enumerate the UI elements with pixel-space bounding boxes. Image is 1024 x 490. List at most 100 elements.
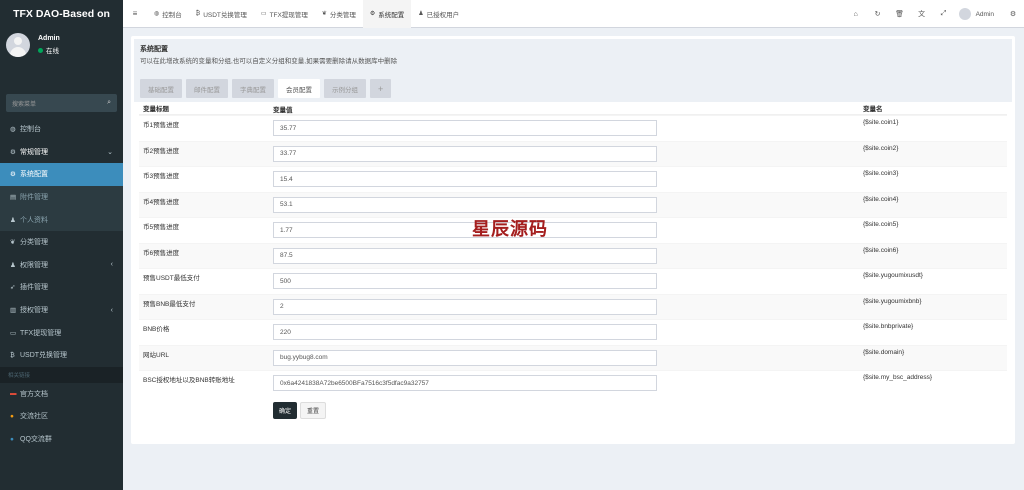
app-logo[interactable]: TFX DAO-Based on: [0, 0, 123, 28]
search-icon[interactable]: ⌕: [107, 99, 111, 107]
row-var-name: {$site.coin5}: [863, 221, 899, 228]
submit-button[interactable]: 确定: [273, 401, 298, 419]
header-user-name[interactable]: Admin: [976, 11, 994, 18]
avatar: [6, 33, 30, 57]
sidebar-item-category[interactable]: ❦ 分类管理: [0, 231, 123, 254]
tab-label: USDT兑换管理: [203, 11, 247, 19]
table-row: 币6预售进度 87.5 {$site.coin6}: [139, 242, 1007, 268]
user-panel: Admin 在线: [0, 28, 123, 62]
tab-system-config[interactable]: ⚙ 系统配置: [362, 0, 412, 28]
page-description: 可以在此增改系统的变量和分组,也可以自定义分组和变量,如果需要删除请从数据库中删…: [140, 58, 398, 65]
qq-icon: ●: [10, 435, 14, 443]
refresh-icon[interactable]: ↻: [867, 10, 889, 18]
sidebar-item-label: 控制台: [20, 126, 41, 134]
value-input[interactable]: 33.77: [273, 145, 657, 162]
sidebar-search[interactable]: 搜索菜单 ⌕: [6, 94, 117, 112]
table-row: 网站URL bug.yybug8.com {$site.domain}: [139, 344, 1007, 370]
sidebar-item-usdt-exchange[interactable]: ₿ USDT兑换管理: [0, 344, 123, 367]
settings-icon[interactable]: ⚙: [1002, 10, 1024, 18]
tab-label: TFX提现管理: [269, 11, 308, 19]
tab-tfx-withdraw[interactable]: ▭ TFX提现管理: [254, 0, 315, 28]
sidebar-item-profile[interactable]: ♟ 个人资料: [0, 208, 123, 231]
value-input[interactable]: 500: [273, 273, 657, 290]
fullscreen-icon[interactable]: ⤢: [933, 10, 955, 18]
user-status: 在线: [38, 45, 60, 55]
trash-icon[interactable]: 🗑: [889, 10, 911, 18]
group-icon: ♟: [10, 261, 16, 269]
search-input[interactable]: 搜索菜单: [12, 99, 36, 108]
tab-example[interactable]: 示例分组: [324, 79, 366, 98]
row-title: 币5预售进度: [143, 224, 180, 231]
table-row: 预售BNB最低支付 2 {$site.yugoumixbnb}: [139, 293, 1007, 319]
sidebar-item-general[interactable]: ⚙ 常规管理 ⌄: [0, 141, 123, 164]
sidebar-item-plugins[interactable]: ➶ 插件管理: [0, 276, 123, 299]
value-input[interactable]: 1.77: [273, 222, 657, 239]
value-input[interactable]: 53.1: [273, 196, 657, 213]
tab-label: 分类管理: [329, 11, 356, 19]
column-header: 变量名: [863, 106, 883, 113]
value-input[interactable]: 15.4: [273, 171, 657, 188]
leaf-icon: ❦: [10, 239, 16, 247]
row-title: 预售BNB最低支付: [143, 300, 196, 308]
dashboard-icon: ◍: [154, 11, 160, 17]
sidebar-item-community[interactable]: ● 交流社区: [0, 405, 123, 428]
table-header: 变量标题 变量值 变量名: [139, 103, 1007, 115]
sidebar-item-label: 附件管理: [20, 194, 48, 202]
reset-button[interactable]: 重置: [300, 401, 327, 419]
tab-dictionary[interactable]: 字典配置: [232, 79, 274, 98]
add-tab-button[interactable]: +: [370, 79, 392, 98]
chevron-left-icon: ‹: [110, 306, 113, 314]
row-var-name: {$site.my_bsc_address}: [863, 374, 933, 381]
menu-toggle-icon[interactable]: ≡: [123, 9, 147, 18]
page-title: 系统配置: [140, 46, 168, 53]
column-header: 变量标题: [143, 106, 169, 113]
tab-dashboard[interactable]: ◍ 控制台: [147, 0, 189, 28]
language-icon[interactable]: 文: [911, 9, 933, 19]
row-title: BSC授权地址以及BNB转账地址: [143, 377, 235, 384]
avatar[interactable]: [958, 8, 971, 20]
value-input[interactable]: 35.77: [273, 120, 657, 137]
money-icon: ▭: [260, 11, 267, 17]
leaf-icon: ❦: [321, 11, 327, 17]
sidebar-item-system-config[interactable]: ⚙ 系统配置: [0, 163, 123, 186]
table-row: 币1预售进度 35.77 {$site.coin1}: [139, 115, 1007, 141]
row-var-name: {$site.coin6}: [863, 246, 899, 254]
sidebar-item-permissions[interactable]: ♟ 权限管理 ‹: [0, 254, 123, 277]
row-var-name: {$site.coin2}: [863, 144, 899, 152]
row-var-name: {$site.bnbprivate}: [863, 323, 914, 330]
sidebar-item-tfx-withdraw[interactable]: ▭ TFX提现管理: [0, 321, 123, 344]
sidebar-item-attachments[interactable]: ▤ 附件管理: [0, 185, 123, 209]
row-title: 预售USDT最低支付: [143, 275, 200, 282]
tab-usdt-exchange[interactable]: ₿ USDT兑换管理: [189, 0, 254, 28]
tab-label: 系统配置: [378, 11, 405, 19]
tab-member[interactable]: 会员配置: [278, 79, 320, 98]
value-input[interactable]: 0x6a4241838A72be6500BFa7516c3f5dfac9a327…: [273, 375, 657, 392]
column-header: 变量值: [273, 106, 293, 114]
value-input[interactable]: bug.yybug8.com: [273, 349, 657, 366]
tab-label: 已授权用户: [426, 11, 460, 19]
status-text: 在线: [46, 48, 59, 55]
value-input[interactable]: 2: [273, 298, 657, 315]
table-body: 币1预售进度 35.77 {$site.coin1} 币2预售进度 33.77 …: [139, 115, 1007, 396]
value-input[interactable]: 87.5: [273, 247, 657, 264]
row-title: 币3预售进度: [143, 173, 180, 180]
tab-authorized-users[interactable]: ♟ 已授权用户: [411, 0, 466, 28]
sidebar-item-docs[interactable]: ▬ 官方文档: [0, 383, 123, 406]
sidebar-item-dashboard[interactable]: ◍ 控制台: [0, 118, 123, 141]
home-icon[interactable]: ⌂: [845, 11, 867, 18]
sidebar-item-label: 权限管理: [20, 261, 48, 269]
sidebar-item-authorization[interactable]: ▥ 授权管理 ‹: [0, 299, 123, 322]
tab-email[interactable]: 邮件配置: [186, 79, 228, 98]
tab-category[interactable]: ❦ 分类管理: [315, 0, 363, 28]
table-row: 币5预售进度 1.77 {$site.coin5}: [139, 217, 1007, 243]
config-table: 变量标题 变量值 变量名 币1预售进度 35.77 {$site.coin1} …: [139, 103, 1007, 419]
sidebar-item-label: TFX提现管理: [20, 329, 62, 337]
value-input[interactable]: 220: [273, 324, 657, 341]
gear-icon: ⚙: [10, 171, 16, 179]
tab-basic[interactable]: 基础配置: [140, 79, 182, 98]
book-icon: ▬: [10, 390, 17, 398]
sidebar-item-qq-group[interactable]: ● QQ交流群: [0, 428, 123, 451]
sidebar-item-label: QQ交流群: [20, 436, 52, 444]
dashboard-icon: ◍: [10, 126, 16, 134]
row-title: 币6预售进度: [143, 249, 180, 257]
